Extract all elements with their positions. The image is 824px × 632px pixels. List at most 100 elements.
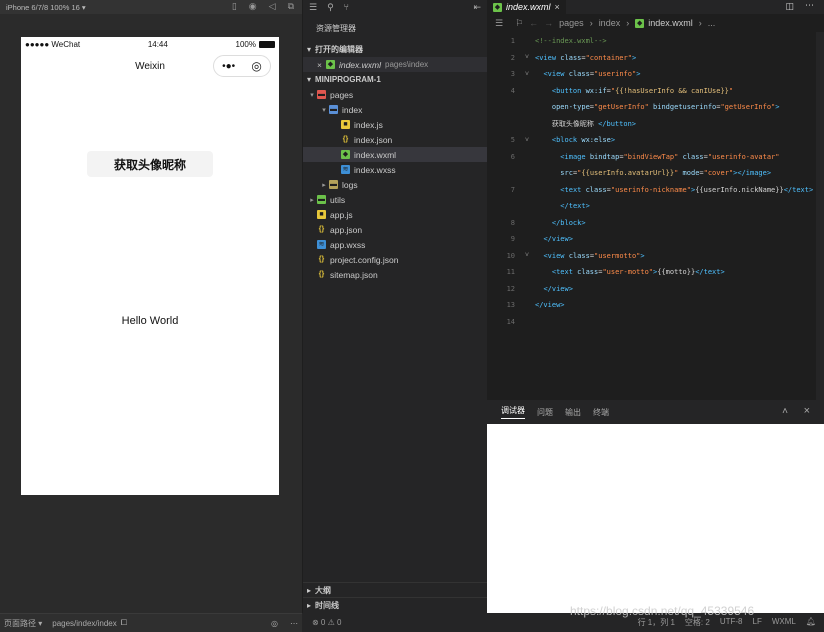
volume-icon[interactable]: ◁ [269, 1, 276, 12]
tab-debugger[interactable]: 调试器 [501, 405, 525, 419]
tree-item[interactable]: ▸ ▬ logs [303, 177, 487, 192]
chevron-up-icon[interactable]: ˄ [782, 406, 788, 417]
editor-tab-bar: ◆ index.wxml × ◫ ⋯ [487, 0, 824, 14]
page-path-label[interactable]: 页面路径 ▾ [4, 618, 42, 629]
fold-icon[interactable]: ˅ [519, 251, 535, 260]
cursor-position[interactable]: 行 1，列 1 [638, 617, 675, 628]
tab-terminal[interactable]: 终端 [593, 407, 609, 418]
fold-icon[interactable]: ˅ [519, 70, 535, 79]
wxml-file-icon: ◆ [341, 150, 350, 159]
list-icon[interactable]: ☰ [495, 18, 503, 29]
line-number: 14 [506, 317, 515, 326]
code-line[interactable]: 10 ˅ <view class="usermotto"> [487, 248, 824, 265]
breadcrumb-index[interactable]: index [599, 18, 621, 28]
code-line[interactable]: 11 <text class="user-motto">{{motto}}</t… [487, 264, 824, 281]
code-text: <!--index.wxml--> [535, 37, 607, 46]
code-area[interactable]: 1 <!--index.wxml--> 2 ˅ <view class="contain… [487, 32, 824, 330]
code-line[interactable]: 3 ˅ <view class="userinfo"> [487, 66, 824, 83]
tab-close-icon[interactable]: × [555, 2, 560, 12]
back-icon[interactable]: ← [529, 18, 538, 28]
problems-count[interactable]: ⊗ 0 ⚠ 0 [312, 618, 341, 627]
fold-icon[interactable]: ˅ [519, 53, 535, 62]
code-line[interactable]: 1 <!--index.wxml--> [487, 33, 824, 50]
code-line[interactable]: 4 <button wx:if="{{!hasUserInfo && canIU… [487, 83, 824, 100]
phone-icon[interactable]: ▯ [232, 1, 237, 12]
breadcrumb-file[interactable]: index.wxml [648, 18, 693, 28]
timeline-section[interactable]: ▸ 时间线 [303, 597, 488, 612]
code-line[interactable]: 2 ˅ <view class="container"> [487, 50, 824, 67]
outline-label: 大纲 [315, 585, 332, 595]
json-file-icon: {} [318, 271, 325, 278]
more-icon[interactable]: •●• [222, 61, 235, 72]
open-editor-item[interactable]: × ◆ index.wxml pages\index [303, 57, 487, 72]
tree-item[interactable]: {} project.config.json [303, 252, 487, 267]
tree-item[interactable]: {} index.json [303, 132, 487, 147]
breadcrumb-more[interactable]: ... [708, 18, 716, 28]
wxss-file-icon: ≋ [341, 165, 350, 174]
code-line[interactable]: 7 <text class="userinfo-nickname">{{user… [487, 182, 824, 199]
forward-icon[interactable]: → [544, 18, 553, 28]
line-number: 4 [510, 86, 515, 95]
tree-item[interactable]: ≋ app.wxss [303, 237, 487, 252]
editor-more-icon[interactable]: ⋯ [805, 0, 814, 11]
tree-item-label: index [342, 104, 363, 115]
code-line[interactable]: 13 </view> [487, 297, 824, 314]
more-options-icon[interactable]: ⋯ [290, 619, 298, 628]
close-icon[interactable]: × [317, 60, 322, 70]
close-mini-icon[interactable]: ◎ [251, 59, 261, 73]
record-icon[interactable]: ◉ [249, 1, 257, 12]
code-line[interactable]: 14 [487, 314, 824, 331]
tab-index-wxml[interactable]: ◆ index.wxml × [487, 0, 566, 14]
tree-item[interactable]: ■ app.js [303, 207, 487, 222]
split-editor-icon[interactable]: ◫ [785, 1, 794, 12]
rotate-icon[interactable]: ⧉ [288, 1, 294, 12]
tab-problems[interactable]: 问题 [537, 407, 553, 418]
source-control-icon[interactable]: ⑂ [344, 2, 349, 12]
debugger-content[interactable] [487, 424, 824, 613]
code-text: 获取头像昵称 </button> [551, 119, 637, 128]
code-line[interactable]: 12 </view> [487, 281, 824, 298]
motto-text: Hello World [121, 315, 179, 327]
js-file-icon: ■ [317, 210, 326, 219]
bookmark-icon[interactable]: ⚐ [515, 18, 523, 29]
code-line[interactable]: src="{{userInfo.avatarUrl}}" mode="cover… [487, 165, 824, 182]
indent-spaces[interactable]: 空格: 2 [685, 617, 710, 628]
collapse-panel-icon[interactable]: ⇤ [473, 2, 481, 13]
tree-item[interactable]: ≋ index.wxss [303, 162, 487, 177]
fold-icon[interactable]: ˅ [519, 136, 535, 145]
close-icon[interactable]: × [804, 405, 810, 417]
wxml-file-icon: ◆ [493, 2, 502, 12]
open-editors-section[interactable]: ▾ 打开的编辑器 [303, 42, 487, 57]
tree-item[interactable]: ▾ ▬ index [303, 102, 487, 117]
language-mode[interactable]: WXML [772, 617, 796, 628]
tree-item[interactable]: ▾ ▬ pages [303, 87, 487, 102]
eol[interactable]: LF [753, 617, 762, 628]
search-icon[interactable]: ⚲ [327, 2, 334, 13]
get-user-info-button[interactable]: 获取头像昵称 [87, 151, 213, 177]
code-line[interactable]: </text> [487, 198, 824, 215]
code-line[interactable]: open-type="getUserInfo" bindgetuserinfo=… [487, 99, 824, 116]
code-line[interactable]: 5 ˅ <block wx:else> [487, 132, 824, 149]
code-line[interactable]: 8 </block> [487, 215, 824, 232]
tree-item[interactable]: {} app.json [303, 222, 487, 237]
list-icon[interactable]: ☰ [309, 2, 317, 13]
bell-icon[interactable]: 🔔︎ [806, 617, 816, 628]
code-line[interactable]: 6 <image bindtap="bindViewTap" class="us… [487, 149, 824, 166]
tree-item[interactable]: ▸ ▬ utils [303, 192, 487, 207]
tree-item[interactable]: ■ index.js [303, 117, 487, 132]
breadcrumb-pages[interactable]: pages [559, 18, 584, 28]
tree-item[interactable]: ◆ index.wxml [303, 147, 487, 162]
code-line[interactable]: 获取头像昵称 </button> [487, 116, 824, 133]
outline-section[interactable]: ▸ 大纲 [303, 582, 488, 597]
encoding[interactable]: UTF-8 [720, 617, 743, 628]
eye-icon[interactable]: ◎ [271, 619, 278, 628]
scrollbar[interactable] [816, 32, 824, 400]
tab-output[interactable]: 输出 [565, 407, 581, 418]
wxss-file-icon: ≋ [317, 240, 326, 249]
device-selector[interactable]: iPhone 6/7/8 100% 16 ▾ [6, 3, 86, 12]
project-section[interactable]: ▾ MINIPROGRAM-1 [303, 72, 487, 87]
tree-item[interactable]: {} sitemap.json [303, 267, 487, 282]
code-line[interactable]: 9 </view> [487, 231, 824, 248]
copy-icon[interactable]: ⧠ [121, 618, 127, 628]
folder-icon: ▬ [317, 195, 326, 204]
